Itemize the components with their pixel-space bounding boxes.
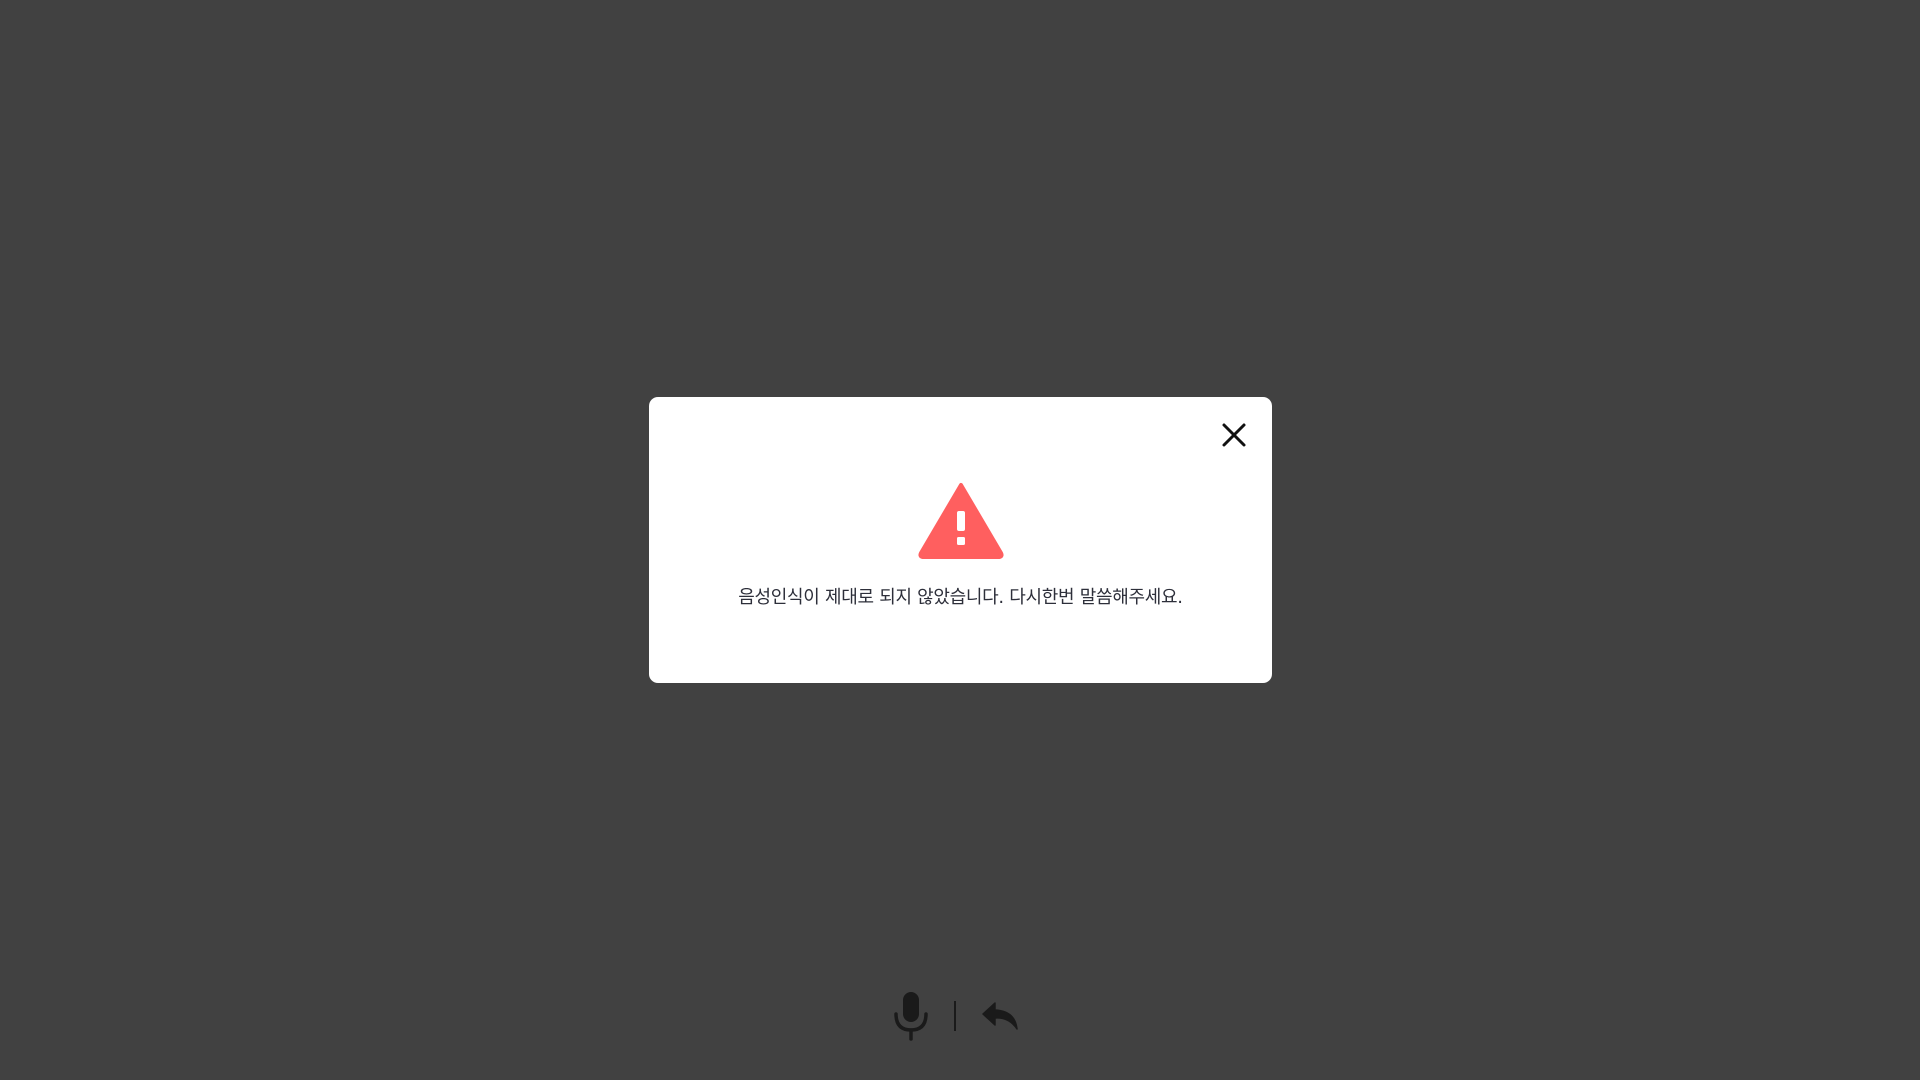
close-button[interactable] [1218,419,1250,451]
error-dialog: 음성인식이 제대로 되지 않았습니다. 다시한번 말씀해주세요. [649,397,1272,683]
close-icon [1222,423,1246,447]
warning-icon [918,483,1004,559]
error-message: 음성인식이 제대로 되지 않았습니다. 다시한번 말씀해주세요. [738,587,1183,608]
bottom-toolbar [888,990,1020,1042]
toolbar-divider [954,1001,956,1031]
reply-back-icon [982,1002,1018,1030]
microphone-icon [894,992,928,1041]
back-button[interactable] [980,998,1020,1034]
microphone-button[interactable] [888,990,934,1042]
